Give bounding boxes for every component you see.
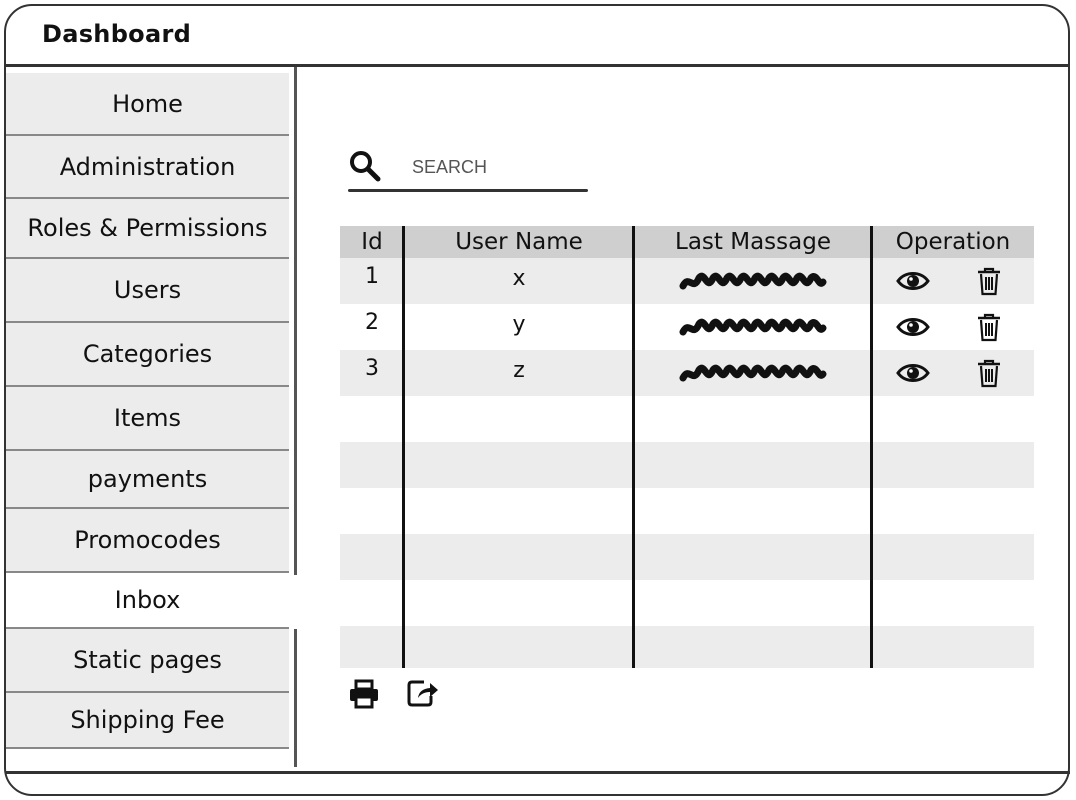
table-row[interactable]: 3 z bbox=[340, 350, 1034, 396]
column-header-last-message[interactable]: Last Massage bbox=[634, 226, 872, 258]
column-divider bbox=[402, 226, 405, 668]
sidebar-item-label: Home bbox=[112, 89, 183, 118]
cell-id: 1 bbox=[365, 264, 379, 289]
trash-icon[interactable] bbox=[976, 266, 1002, 300]
table-row-band bbox=[340, 442, 1034, 488]
sidebar-item-users[interactable]: Users bbox=[6, 259, 289, 323]
share-icon[interactable] bbox=[406, 678, 440, 712]
view-icon[interactable] bbox=[896, 268, 930, 298]
sidebar-item-label: Categories bbox=[82, 340, 213, 368]
table-row-band bbox=[340, 534, 1034, 580]
cell-id: 2 bbox=[365, 310, 379, 335]
trash-icon[interactable] bbox=[976, 312, 1002, 346]
messages-table: Id User Name Last Massage Operation 1 x … bbox=[340, 226, 1034, 668]
cell-id: 3 bbox=[365, 356, 379, 381]
view-icon[interactable] bbox=[896, 360, 930, 390]
cell-user-name: z bbox=[513, 358, 525, 383]
trash-icon[interactable] bbox=[976, 358, 1002, 392]
sidebar: Home Administration Roles & Permissions … bbox=[6, 67, 297, 767]
sidebar-item-promocodes[interactable]: Promocodes bbox=[6, 509, 289, 573]
redacted-message-scribble bbox=[634, 258, 872, 304]
redacted-message-scribble bbox=[634, 304, 872, 350]
column-header-operation[interactable]: Operation bbox=[872, 226, 1034, 258]
table-header: Id User Name Last Massage Operation bbox=[340, 226, 1034, 258]
sidebar-item-label: payments bbox=[87, 465, 208, 493]
search-underline bbox=[348, 189, 588, 192]
sidebar-divider bbox=[294, 67, 297, 575]
view-icon[interactable] bbox=[896, 314, 930, 344]
sidebar-item-label: Roles & Permissions bbox=[27, 214, 268, 242]
sidebar-divider bbox=[294, 629, 297, 767]
sidebar-item-label: Promocodes bbox=[74, 526, 221, 554]
app-title: Dashboard bbox=[42, 20, 192, 48]
column-divider bbox=[632, 226, 635, 668]
sidebar-item-roles-permissions[interactable]: Roles & Permissions bbox=[6, 199, 289, 259]
table-row[interactable]: 2 y bbox=[340, 304, 1034, 350]
column-divider bbox=[870, 226, 873, 668]
search-icon[interactable] bbox=[348, 150, 382, 182]
search-input[interactable] bbox=[410, 152, 584, 182]
sidebar-item-payments[interactable]: payments bbox=[6, 451, 289, 509]
sidebar-item-label: Users bbox=[113, 276, 182, 304]
sidebar-item-items[interactable]: Items bbox=[6, 387, 289, 451]
sidebar-item-label: Items bbox=[113, 404, 182, 432]
redacted-message-scribble bbox=[634, 350, 872, 396]
sidebar-item-shipping-fee[interactable]: Shipping Fee bbox=[6, 693, 289, 749]
sidebar-item-administration[interactable]: Administration bbox=[6, 136, 289, 199]
sidebar-item-categories[interactable]: Categories bbox=[6, 323, 289, 387]
print-icon[interactable] bbox=[348, 679, 380, 713]
cell-user-name: y bbox=[512, 312, 526, 337]
cell-user-name: x bbox=[512, 266, 526, 291]
table-row[interactable]: 1 x bbox=[340, 258, 1034, 304]
column-header-user-name[interactable]: User Name bbox=[404, 226, 634, 258]
sidebar-item-label: Static pages bbox=[73, 646, 222, 674]
footer-divider bbox=[6, 771, 1070, 774]
table-row-band bbox=[340, 626, 1034, 668]
sidebar-item-label: Inbox bbox=[114, 586, 181, 614]
sidebar-item-label: Administration bbox=[59, 152, 236, 181]
column-header-id[interactable]: Id bbox=[340, 226, 404, 258]
sidebar-item-home[interactable]: Home bbox=[6, 73, 289, 136]
sidebar-item-inbox[interactable]: Inbox bbox=[6, 573, 289, 629]
sidebar-item-static-pages[interactable]: Static pages bbox=[6, 629, 289, 693]
sidebar-item-label: Shipping Fee bbox=[70, 706, 225, 734]
